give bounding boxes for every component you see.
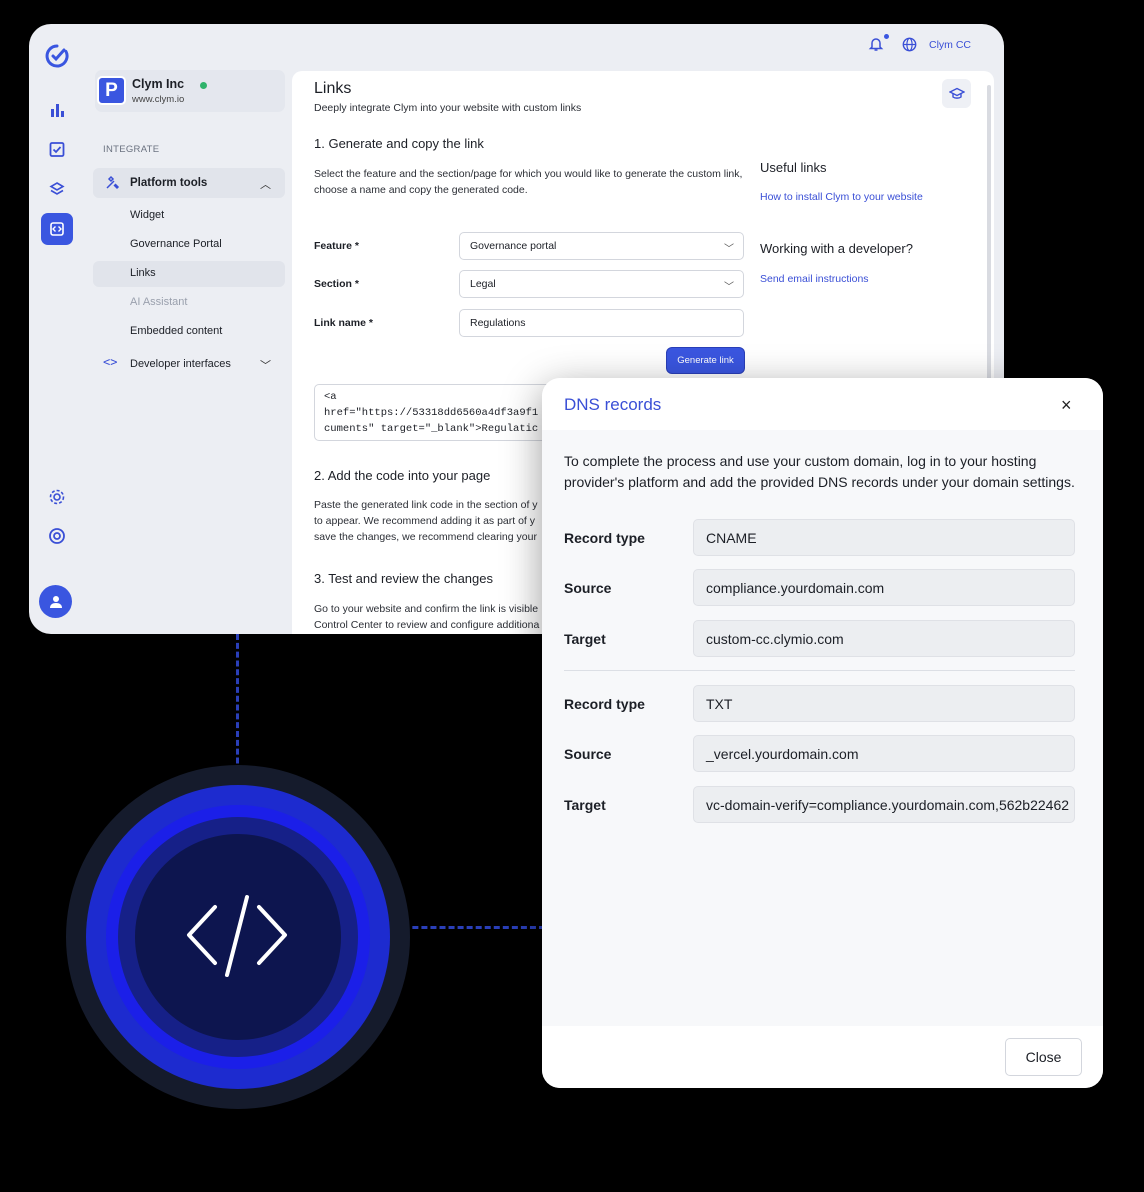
academy-button[interactable] bbox=[942, 79, 971, 108]
sidebar-item-links[interactable]: Links bbox=[130, 267, 156, 279]
close-icon[interactable]: × bbox=[1061, 395, 1072, 416]
feature-value: Governance portal bbox=[470, 240, 557, 252]
chevron-down-icon: ﹀ bbox=[724, 244, 734, 255]
tools-icon bbox=[105, 175, 120, 195]
globe-icon[interactable] bbox=[902, 37, 917, 57]
chevron-up-icon: ︿ bbox=[260, 179, 271, 191]
sidebar-item-governance-portal[interactable]: Governance Portal bbox=[130, 238, 222, 250]
section-select[interactable]: Legal ﹀ bbox=[459, 270, 744, 298]
code-icon: <> bbox=[103, 355, 118, 369]
section-label: Section * bbox=[314, 278, 359, 290]
source-label: Source bbox=[564, 746, 612, 762]
target-label: Target bbox=[564, 797, 606, 813]
modal-description: To complete the process and use your cus… bbox=[564, 453, 1075, 490]
send-email-link[interactable]: Send email instructions bbox=[760, 273, 869, 285]
help-icon[interactable] bbox=[41, 520, 73, 552]
icon-rail bbox=[29, 24, 85, 634]
org-name: Clym Inc bbox=[132, 77, 185, 91]
source-field[interactable]: _vercel.yourdomain.com bbox=[693, 735, 1075, 772]
bell-icon[interactable] bbox=[868, 36, 884, 57]
checklist-icon[interactable] bbox=[41, 133, 73, 165]
chevron-down-icon: ﹀ bbox=[260, 360, 271, 372]
record-type-label: Record type bbox=[564, 530, 645, 546]
user-avatar[interactable] bbox=[39, 585, 72, 618]
section-label: INTEGRATE bbox=[103, 144, 160, 155]
modal-header: DNS records × bbox=[542, 378, 1103, 430]
page-title: Links bbox=[314, 80, 352, 97]
layers-icon[interactable] bbox=[41, 173, 73, 205]
target-field[interactable]: vc-domain-verify=compliance.yourdomain.c… bbox=[693, 786, 1075, 823]
record-type-field[interactable]: CNAME bbox=[693, 519, 1075, 556]
nav-group-platform-tools[interactable]: Platform tools ︿ bbox=[93, 168, 285, 198]
target-field[interactable]: custom-cc.clymio.com bbox=[693, 620, 1075, 657]
chevron-down-icon: ﹀ bbox=[724, 282, 734, 293]
sidebar-item-ai-assistant[interactable]: AI Assistant bbox=[130, 296, 187, 308]
install-guide-link[interactable]: How to install Clym to your website bbox=[760, 191, 923, 203]
useful-links-heading: Useful links bbox=[760, 160, 827, 175]
sidebar: P Clym Inc www.clym.io INTEGRATE Platfor… bbox=[85, 24, 291, 634]
notification-dot bbox=[884, 34, 889, 39]
developer-heading: Working with a developer? bbox=[760, 241, 913, 256]
section-value: Legal bbox=[470, 278, 496, 290]
record-type-value: CNAME bbox=[706, 530, 757, 546]
graduation-cap-icon bbox=[948, 87, 965, 99]
step1-heading: 1. Generate and copy the link bbox=[314, 136, 484, 151]
target-value: custom-cc.clymio.com bbox=[706, 631, 844, 647]
target-value: vc-domain-verify=compliance.yourdomain.c… bbox=[706, 797, 1070, 813]
status-dot bbox=[200, 82, 207, 89]
analytics-icon[interactable] bbox=[41, 94, 73, 126]
dns-records-modal: DNS records × To complete the process an… bbox=[542, 378, 1103, 1088]
generate-link-button[interactable]: Generate link bbox=[667, 348, 744, 373]
nav-group-label: Platform tools bbox=[130, 177, 208, 189]
target-label: Target bbox=[564, 631, 606, 647]
user-menu[interactable]: Clym CC bbox=[929, 39, 971, 51]
sidebar-item-embedded-content[interactable]: Embedded content bbox=[130, 325, 222, 337]
close-button[interactable]: Close bbox=[1005, 1038, 1082, 1076]
integrations-icon[interactable] bbox=[41, 213, 73, 245]
step1-description: Select the feature and the section/page … bbox=[314, 168, 743, 196]
nav-group-developer-interfaces[interactable]: <> Developer interfaces ﹀ bbox=[93, 354, 285, 376]
source-label: Source bbox=[564, 580, 612, 596]
feature-label: Feature * bbox=[314, 240, 359, 252]
link-name-value: Regulations bbox=[470, 317, 526, 329]
settings-icon[interactable] bbox=[41, 481, 73, 513]
record-type-label: Record type bbox=[564, 696, 645, 712]
source-field[interactable]: compliance.yourdomain.com bbox=[693, 569, 1075, 606]
record-type-field[interactable]: TXT bbox=[693, 685, 1075, 722]
source-value: compliance.yourdomain.com bbox=[706, 580, 885, 596]
step2-heading: 2. Add the code into your page bbox=[314, 468, 491, 483]
link-name-label: Link name * bbox=[314, 317, 373, 329]
sidebar-item-widget[interactable]: Widget bbox=[130, 209, 164, 221]
source-value: _vercel.yourdomain.com bbox=[706, 746, 859, 762]
modal-title: DNS records bbox=[564, 395, 662, 414]
page-subtitle: Deeply integrate Clym into your website … bbox=[314, 102, 582, 114]
org-switcher[interactable]: P Clym Inc www.clym.io bbox=[95, 70, 285, 112]
link-name-input[interactable]: Regulations bbox=[459, 309, 744, 337]
org-url: www.clym.io bbox=[132, 94, 185, 105]
scrollbar[interactable] bbox=[987, 85, 991, 385]
nav-group-label: Developer interfaces bbox=[130, 358, 231, 370]
record-type-value: TXT bbox=[706, 696, 733, 712]
clym-logo-icon[interactable] bbox=[41, 40, 73, 72]
step3-heading: 3. Test and review the changes bbox=[314, 571, 493, 586]
nav-selected-bg bbox=[93, 261, 285, 287]
divider bbox=[564, 670, 1075, 671]
code-brackets-icon bbox=[187, 895, 287, 977]
org-logo: P bbox=[97, 76, 126, 105]
feature-select[interactable]: Governance portal ﹀ bbox=[459, 232, 744, 260]
